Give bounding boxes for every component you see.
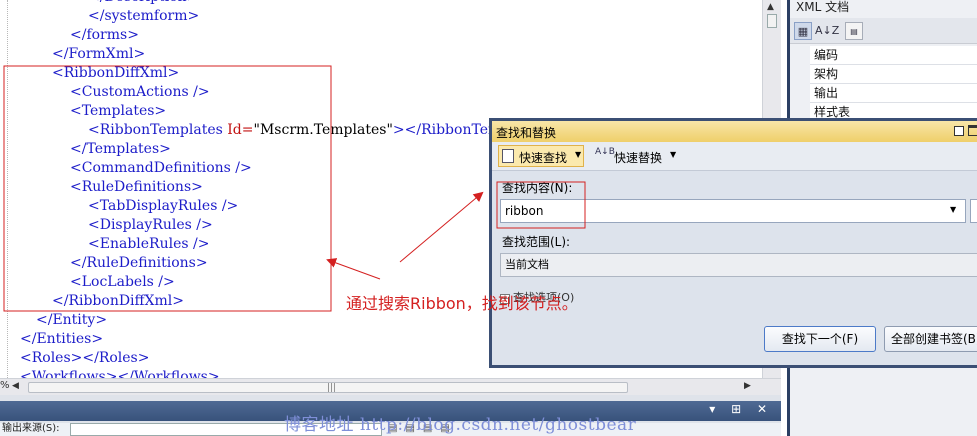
binoculars-icon xyxy=(502,149,514,163)
annotation-caption: 通过搜索Ribbon，找到该节点。 xyxy=(346,294,578,313)
quick-find-tab[interactable]: 快速查找 ▼ xyxy=(498,145,584,167)
property-row[interactable]: 架构 xyxy=(790,65,977,84)
code-line: </forms> xyxy=(70,27,139,43)
scroll-left-icon[interactable]: ◀ xyxy=(12,381,19,391)
property-row[interactable]: 编码 xyxy=(790,46,977,65)
scroll-right-icon[interactable]: ▶ xyxy=(744,381,751,391)
categorized-icon[interactable]: ▦ xyxy=(794,22,812,40)
property-row[interactable]: 输出 xyxy=(790,84,977,103)
code-line: </FormXml> xyxy=(52,46,146,62)
code-line: </systemform> xyxy=(88,8,200,24)
property-row-label: 架构 xyxy=(814,67,839,81)
chevron-down-icon: ▼ xyxy=(575,150,582,159)
bookmark-all-button[interactable]: 全部创建书签(B) xyxy=(884,326,977,352)
code-line: <DisplayRules /> xyxy=(88,217,213,233)
code-line: <RibbonTemplates Id="Mscrm.Templates"></… xyxy=(88,121,515,140)
code-line: <Roles></Roles> xyxy=(20,350,150,366)
find-replace-dialog: 查找和替换 快速查找 ▼ A↓B 快速替换 ▼ 查找内容(N): ▼ 查找范围(… xyxy=(489,118,977,368)
maximize-icon[interactable] xyxy=(968,125,977,136)
code-line: </Entities> xyxy=(20,331,104,347)
quick-find-label: 快速查找 xyxy=(519,151,568,165)
find-dialog-titlebar[interactable]: 查找和替换 xyxy=(492,121,977,142)
scroll-grip[interactable] xyxy=(767,14,777,28)
regex-builder-button[interactable] xyxy=(970,199,977,223)
code-line: </Entity> xyxy=(36,312,108,328)
code-token-tag: <RibbonTemplates xyxy=(88,122,228,138)
thumb-grip-icon: ||| xyxy=(327,383,337,393)
look-in-label: 查找范围(L): xyxy=(502,235,571,249)
find-dialog-title: 查找和替换 xyxy=(496,126,557,140)
chevron-down-icon: ▼ xyxy=(670,150,677,159)
code-line: <EnableRules /> xyxy=(88,236,210,252)
look-in-combo[interactable]: 当前文档 xyxy=(500,253,977,277)
property-row-label: 输出 xyxy=(814,86,839,100)
output-window-controls[interactable]: ▾ ⊞ ✕ xyxy=(709,402,773,416)
find-what-input[interactable] xyxy=(500,199,966,223)
chevron-down-icon[interactable]: ▼ xyxy=(950,205,956,214)
find-what-label: 查找内容(N): xyxy=(502,181,573,195)
code-line: <CustomActions /> xyxy=(70,84,210,100)
code-line: <RuleDefinitions> xyxy=(70,179,203,195)
code-line: </RuleDefinitions> xyxy=(70,255,208,271)
alphabetical-sort-icon[interactable]: A↓Z xyxy=(815,22,839,40)
code-line: <RibbonDiffXml> xyxy=(52,65,180,81)
horizontal-scroll-thumb[interactable]: ||| xyxy=(28,382,628,393)
properties-title: XML 文档 xyxy=(796,0,850,14)
dock-icon[interactable] xyxy=(954,126,964,136)
code-line: <Workflows></Workflows> xyxy=(20,369,220,378)
replace-icon: A↓B xyxy=(595,147,615,157)
editor-gutter xyxy=(0,0,8,378)
code-line: </Description> xyxy=(88,0,198,7)
code-token-attr: Id= xyxy=(227,122,254,138)
properties-toolbar: ▦ A↓Z ▤ xyxy=(790,18,977,44)
code-line: <LocLabels /> xyxy=(70,274,175,290)
zoom-indicator[interactable]: % xyxy=(0,380,10,391)
output-source-label: 输出来源(S): xyxy=(2,423,60,434)
blog-watermark: 博客地址 http://blog.csdn.net/ghostbear xyxy=(284,415,637,435)
code-line: <TabDisplayRules /> xyxy=(88,198,239,214)
scroll-up-icon[interactable]: ▲ xyxy=(767,2,774,12)
find-toolbar: 快速查找 ▼ A↓B 快速替换 ▼ xyxy=(492,142,977,171)
editor-horizontal-scrollbar[interactable]: % ◀ ||| ▶ xyxy=(0,378,781,395)
code-line: </Templates> xyxy=(70,141,171,157)
find-next-button[interactable]: 查找下一个(F) xyxy=(764,326,876,352)
property-pages-icon[interactable]: ▤ xyxy=(845,22,863,40)
quick-replace-tab[interactable]: A↓B 快速替换 ▼ xyxy=(592,145,682,167)
code-line: <Templates> xyxy=(70,103,167,119)
code-token-value: Mscrm.Templates xyxy=(259,122,387,138)
property-row-label: 编码 xyxy=(814,48,839,62)
quick-replace-label: 快速替换 xyxy=(614,151,663,165)
code-line: <CommandDefinitions /> xyxy=(70,160,252,176)
code-line: </RibbonDiffXml> xyxy=(52,293,184,309)
